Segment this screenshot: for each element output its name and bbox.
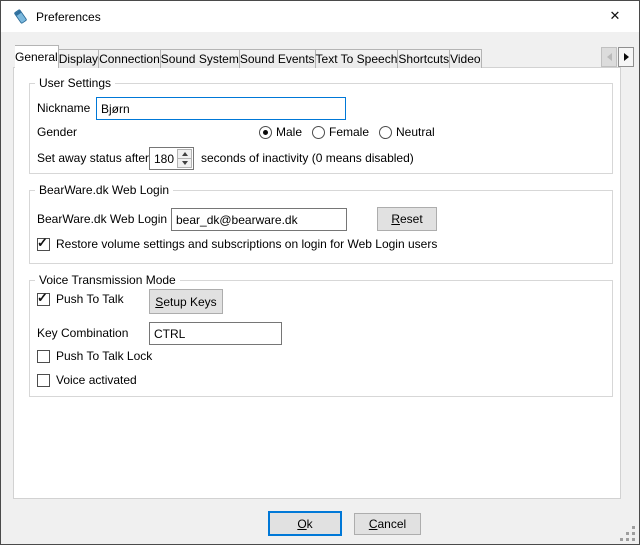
scroll-right-icon	[624, 53, 629, 61]
tab-bar: General Display Connection Sound System …	[15, 45, 603, 68]
title-bar[interactable]: Preferences ✕	[1, 1, 639, 32]
preferences-dialog: Preferences ✕ General Display Connection…	[0, 0, 640, 545]
close-icon[interactable]: ✕	[593, 1, 637, 31]
spinner-buttons	[177, 149, 192, 168]
group-title: User Settings	[35, 77, 115, 90]
voice-activated-checkbox[interactable]: ✓	[37, 374, 50, 387]
push-to-talk-lock-checkbox[interactable]: ✓	[37, 350, 50, 363]
resize-grip[interactable]	[617, 523, 635, 541]
reset-button[interactable]: Reset	[377, 207, 437, 231]
away-seconds-input[interactable]	[150, 148, 180, 169]
restore-volume-label[interactable]: Restore volume settings and subscription…	[56, 237, 437, 251]
tab-scroll-right-button[interactable]	[618, 47, 634, 67]
check-icon: ✓	[37, 235, 48, 251]
key-combination-input[interactable]	[149, 322, 282, 345]
web-login-id-input[interactable]	[171, 208, 347, 231]
tab-scroll-left-button[interactable]	[601, 47, 617, 67]
spin-up-icon	[182, 152, 188, 156]
radio-neutral[interactable]	[379, 126, 392, 139]
tab-general[interactable]: General	[15, 45, 59, 68]
cancel-button[interactable]: Cancel	[354, 513, 421, 535]
push-to-talk-checkbox[interactable]: ✓	[37, 293, 50, 306]
nickname-label: Nickname	[37, 101, 90, 115]
spin-down-button[interactable]	[177, 158, 192, 168]
tab-shortcuts[interactable]: Shortcuts	[397, 49, 450, 68]
radio-neutral-label[interactable]: Neutral	[396, 125, 435, 139]
app-icon	[12, 8, 29, 25]
window-title: Preferences	[36, 10, 101, 24]
tab-sound-events[interactable]: Sound Events	[239, 49, 316, 68]
tab-text-to-speech[interactable]: Text To Speech	[315, 49, 399, 68]
radio-female-label[interactable]: Female	[329, 125, 369, 139]
tab-connection[interactable]: Connection	[98, 49, 161, 68]
gender-label: Gender	[37, 125, 77, 139]
away-seconds-spinner[interactable]	[149, 147, 194, 170]
voice-activated-label[interactable]: Voice activated	[56, 373, 137, 387]
group-title: Voice Transmission Mode	[35, 274, 180, 287]
radio-female[interactable]	[312, 126, 325, 139]
group-title: BearWare.dk Web Login	[35, 184, 173, 197]
scroll-left-icon	[607, 53, 612, 61]
away-prefix-label: Set away status after	[37, 151, 149, 165]
web-login-id-label: BearWare.dk Web Login ID	[37, 212, 182, 226]
ok-button[interactable]: Ok	[268, 511, 342, 536]
restore-volume-checkbox[interactable]: ✓	[37, 238, 50, 251]
radio-male[interactable]	[259, 126, 272, 139]
setup-keys-button[interactable]: Setup Keys	[149, 289, 223, 314]
check-icon: ✓	[37, 290, 48, 306]
tab-display[interactable]: Display	[58, 49, 99, 68]
key-combination-label: Key Combination	[37, 326, 128, 340]
push-to-talk-label[interactable]: Push To Talk	[56, 292, 124, 306]
away-suffix-label: seconds of inactivity (0 means disabled)	[201, 151, 414, 165]
push-to-talk-lock-label[interactable]: Push To Talk Lock	[56, 349, 152, 363]
radio-male-label[interactable]: Male	[276, 125, 302, 139]
nickname-input[interactable]	[96, 97, 346, 120]
tab-sound-system[interactable]: Sound System	[160, 49, 240, 68]
tab-video[interactable]: Video	[449, 49, 481, 68]
spin-down-icon	[182, 161, 188, 165]
